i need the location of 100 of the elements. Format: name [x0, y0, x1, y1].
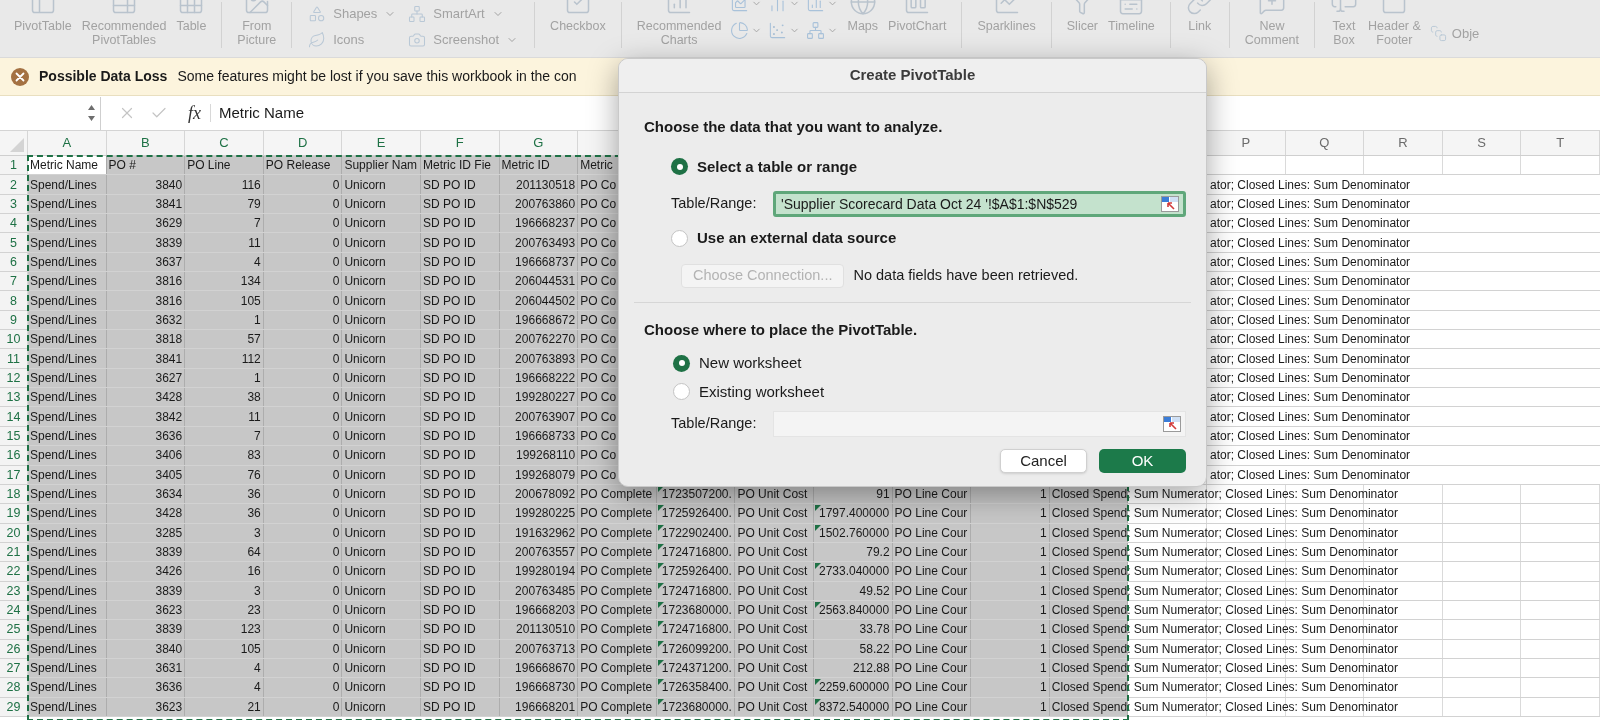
- table-cell: Closed Spend: Sum Numerator; Closed Lines: Sum Denominator: [1051, 661, 1398, 676]
- table-cell: SD PO ID: [423, 661, 476, 676]
- table-cell: 0: [332, 680, 340, 695]
- table-cell: 3636: [155, 680, 183, 695]
- column-header[interactable]: S: [1477, 133, 1486, 153]
- table-cell: 200763713: [515, 641, 576, 656]
- table-cell: 3839: [155, 545, 183, 560]
- table-cell: 3: [254, 525, 261, 540]
- table-cell-text: 2259.600000: [818, 680, 890, 695]
- row-header[interactable]: 8: [10, 293, 17, 308]
- table-cell: 3627: [155, 370, 183, 385]
- table-cell: 196668730: [515, 680, 576, 695]
- table-cell: 64: [247, 545, 261, 560]
- section-heading: Choose the data that you want to analyze.: [644, 117, 944, 137]
- table-cell: Spend/Lines: [30, 274, 97, 289]
- table-cell: 200763860: [515, 196, 576, 211]
- table-cell: 200763493: [515, 235, 576, 250]
- column-header[interactable]: D: [297, 133, 308, 153]
- table-cell: 1: [254, 312, 261, 327]
- table-cell: Metric ID Fie: [423, 158, 491, 173]
- function-button[interactable]: fx: [188, 99, 201, 127]
- row-header[interactable]: 5: [10, 235, 17, 250]
- table-cell: PO Unit Cost: [737, 525, 808, 540]
- row-header[interactable]: 9: [10, 312, 17, 327]
- table-cell: 199280225: [515, 506, 576, 521]
- table-cell: PO Co: [580, 254, 617, 269]
- table-cell: 1: [1040, 603, 1047, 618]
- table-cell: Closed Spend: Sum Numerator; Closed Lines: Sum Denominator: [1051, 564, 1398, 579]
- table-cell: 212.88: [852, 661, 890, 676]
- table-cell: PO Complete: [580, 641, 653, 656]
- range-field[interactable]: 'Supplier Scorecard Data Oct 24 '!$A$1:$N$529: [773, 191, 1186, 217]
- column-header[interactable]: G: [533, 133, 544, 153]
- table-cell: 3842: [155, 409, 183, 424]
- table-cell: 3839: [155, 583, 183, 598]
- table-cell: PO Co: [580, 409, 617, 424]
- table-cell: Unicorn: [344, 641, 386, 656]
- table-cell: PO Unit Cost: [737, 680, 808, 695]
- column-header[interactable]: B: [141, 133, 150, 153]
- table-cell: SD PO ID: [423, 254, 476, 269]
- table-cell: PO Complete: [580, 525, 653, 540]
- table-cell-text: 1726358400.: [660, 680, 732, 695]
- table-cell: PO Line Cour: [894, 506, 968, 521]
- table-cell: Unicorn: [344, 235, 386, 250]
- table-cell: SD PO ID: [423, 506, 476, 521]
- row-header[interactable]: 6: [10, 254, 17, 269]
- table-cell: Closed Spend: Sum Numerator; Closed Lines: Sum Denominator: [1051, 603, 1398, 618]
- table-cell-text: 1723680000.: [660, 603, 732, 618]
- table-cell: Closed Spend: Sum Numerator; Closed Lines: Sum Denominator: [1051, 641, 1398, 656]
- column-header[interactable]: T: [1556, 133, 1565, 153]
- table-cell: SD PO ID: [423, 467, 476, 482]
- column-header[interactable]: P: [1241, 133, 1251, 153]
- column-header[interactable]: E: [376, 133, 386, 153]
- table-cell: PO Complete: [580, 545, 653, 560]
- column-header[interactable]: F: [455, 133, 464, 153]
- table-cell: SD PO ID: [423, 390, 476, 405]
- column-header[interactable]: Q: [1319, 133, 1330, 153]
- table-cell: PO Co: [580, 177, 617, 192]
- table-cell: 49.52: [859, 583, 890, 598]
- column-header[interactable]: A: [62, 133, 72, 153]
- row-header[interactable]: 7: [10, 274, 17, 289]
- table-cell: Unicorn: [344, 312, 386, 327]
- table-cell: ator; Closed Lines: Sum Denominator: [1210, 293, 1411, 308]
- table-cell: PO Unit Cost: [737, 506, 808, 521]
- table-cell: 58.22: [859, 641, 890, 656]
- row-header[interactable]: 2: [10, 177, 17, 192]
- table-cell: Spend/Lines: [30, 429, 97, 443]
- table-cell: SD PO ID: [423, 545, 476, 560]
- row-header[interactable]: 3: [10, 196, 17, 211]
- column-header[interactable]: R: [1398, 133, 1408, 153]
- ok-button[interactable]: OK: [1099, 449, 1186, 473]
- table-cell: 4: [254, 680, 261, 695]
- table-cell: 83: [247, 448, 261, 463]
- table-cell: 1: [1040, 487, 1047, 501]
- column-header[interactable]: C: [219, 133, 229, 153]
- table-cell: SD PO ID: [423, 564, 476, 579]
- table-cell: Closed Spend: Sum Numerator; Closed Lines: Sum Denominator: [1051, 622, 1398, 637]
- row-header[interactable]: 1: [10, 158, 17, 173]
- connection-note: No data fields have been retrieved.: [853, 265, 1079, 285]
- cancel-button[interactable]: Cancel: [1000, 449, 1087, 473]
- table-cell: PO Unit Cost: [737, 545, 808, 560]
- table-cell: 3426: [155, 564, 183, 579]
- table-cell: 23: [247, 603, 261, 618]
- table-cell: PO Unit Cost: [737, 641, 808, 656]
- field-label: Table/Range:: [671, 414, 758, 434]
- table-cell: 3631: [155, 661, 183, 676]
- table-cell: 1: [1040, 622, 1047, 637]
- row-header[interactable]: 4: [10, 216, 17, 231]
- table-cell: SD PO ID: [423, 332, 476, 347]
- table-cell: 3840: [155, 641, 183, 656]
- table-cell: 1: [254, 370, 261, 385]
- table-cell: Spend/Lines: [30, 545, 97, 560]
- table-cell: SD PO ID: [423, 235, 476, 250]
- table-cell: 0: [332, 235, 340, 250]
- table-cell: PO Unit Cost: [737, 603, 808, 618]
- table-cell-text: 1725926400.: [660, 564, 732, 579]
- table-cell: 105: [240, 641, 261, 656]
- table-cell: 196668737: [515, 254, 576, 269]
- table-cell: 57: [247, 332, 261, 347]
- table-cell: Spend/Lines: [30, 525, 97, 540]
- table-cell: PO Co: [580, 312, 617, 327]
